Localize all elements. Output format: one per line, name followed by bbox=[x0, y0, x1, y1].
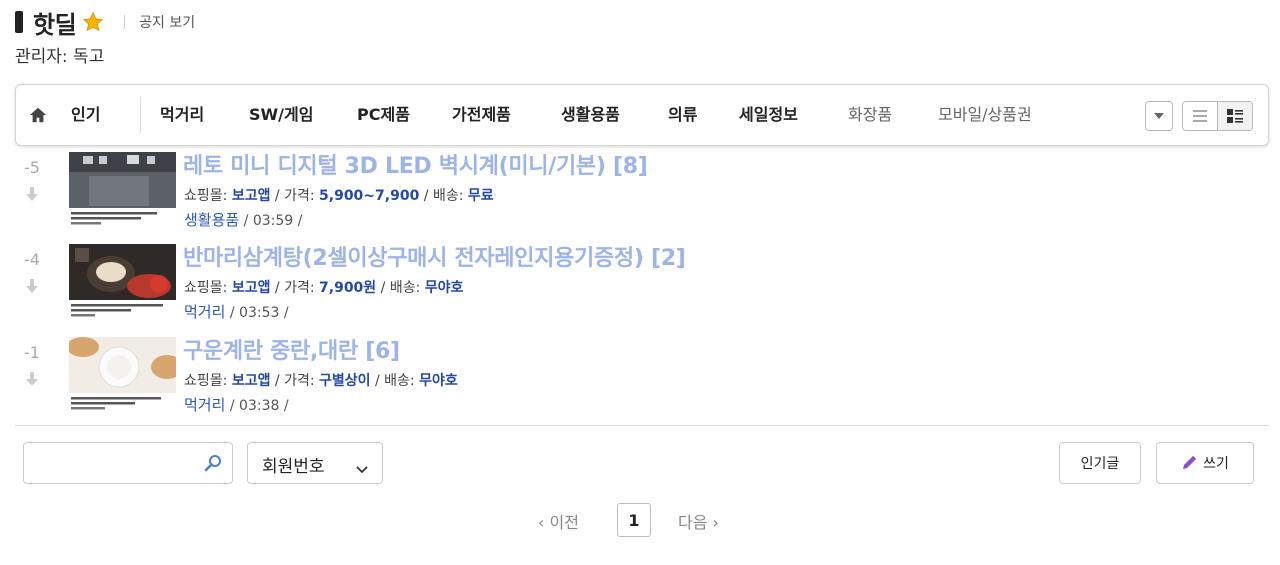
category-tab-mobile[interactable]: 모바일/상품권 bbox=[938, 85, 1032, 145]
shipping-label: 배송: bbox=[432, 188, 464, 204]
current-page[interactable]: 1 bbox=[617, 503, 651, 537]
post-thumbnail[interactable] bbox=[69, 152, 176, 232]
category-tab-sw-game[interactable]: SW/게임 bbox=[249, 85, 313, 145]
search-type-value: 회원번호 bbox=[262, 457, 325, 477]
board-title[interactable]: 핫딜 bbox=[33, 5, 77, 40]
price-label: 가격: bbox=[284, 188, 315, 204]
shipping-label: 배송: bbox=[384, 373, 415, 389]
post-item: -1 구운계란 중란,대란 [6] 쇼핑몰: 보고앱 / 가격: 구별상이 / … bbox=[0, 337, 1280, 427]
shop-name: 보고앱 bbox=[231, 188, 271, 204]
notice-link[interactable]: 공지 보기 bbox=[139, 12, 195, 32]
post-title[interactable]: 레토 미니 디지털 3D LED 벽시계(미니/기본) [8] bbox=[183, 148, 648, 180]
rank-change: -1 bbox=[24, 343, 40, 362]
rank-change: -4 bbox=[24, 250, 40, 269]
category-tab-appliance[interactable]: 가전제품 bbox=[452, 85, 511, 145]
meta-separator: / bbox=[229, 398, 240, 414]
prev-page-link[interactable]: ‹ 이전 bbox=[538, 509, 579, 533]
board-header: 핫딜 공지 보기 bbox=[15, 8, 195, 39]
shipping-value: 무야호 bbox=[424, 280, 464, 296]
meta-separator: / bbox=[283, 398, 289, 414]
search-input[interactable] bbox=[32, 451, 162, 475]
post-info: 먹거리 / 03:53 / bbox=[184, 301, 289, 322]
list-divider bbox=[15, 425, 1269, 426]
post-title[interactable]: 구운계란 중란,대란 [6] bbox=[183, 333, 400, 365]
category-tab-food[interactable]: 먹거리 bbox=[160, 85, 204, 145]
chevron-down-icon bbox=[356, 459, 368, 478]
post-time: 03:59 bbox=[252, 213, 294, 229]
popular-posts-button[interactable]: 인기글 bbox=[1059, 442, 1141, 484]
shop-name: 보고앱 bbox=[231, 373, 271, 389]
post-category-link[interactable]: 생활용품 bbox=[184, 211, 239, 229]
meta-separator: / bbox=[274, 280, 285, 296]
category-tab-popular[interactable]: 인기 bbox=[71, 85, 100, 145]
write-button-label: 쓰기 bbox=[1203, 456, 1229, 472]
shipping-value: 무료 bbox=[467, 188, 494, 204]
write-button[interactable]: 쓰기 bbox=[1156, 442, 1254, 484]
next-page-link[interactable]: 다음 › bbox=[678, 509, 719, 533]
arrow-down-icon bbox=[26, 278, 38, 297]
list-view-icon bbox=[1193, 110, 1207, 122]
post-time: 03:53 bbox=[239, 305, 280, 321]
category-tab-living[interactable]: 생활용품 bbox=[561, 85, 620, 145]
price-value: 5,900~7,900 bbox=[319, 188, 420, 204]
category-tab-cosmetics[interactable]: 화장품 bbox=[848, 85, 892, 145]
post-info: 생활용품 / 03:59 / bbox=[184, 209, 302, 230]
header-divider bbox=[124, 15, 126, 29]
meta-separator: / bbox=[283, 305, 289, 321]
post-item: -4 반마리삼계탕(2셀이상구매시 전자레인지용기증정) [2] 쇼핑몰: 보고… bbox=[0, 244, 1280, 334]
star-icon[interactable] bbox=[82, 11, 104, 33]
shop-name: 보고앱 bbox=[231, 280, 271, 296]
meta-separator: / bbox=[297, 213, 303, 229]
meta-separator: / bbox=[423, 188, 433, 204]
list-view-button[interactable] bbox=[1182, 101, 1218, 131]
post-category-link[interactable]: 먹거리 bbox=[184, 303, 225, 321]
meta-separator: / bbox=[274, 188, 285, 204]
post-time: 03:38 bbox=[239, 398, 280, 414]
meta-separator: / bbox=[380, 280, 390, 296]
pagination: ‹ 이전 1 다음 › bbox=[0, 502, 1280, 538]
meta-separator: / bbox=[229, 305, 240, 321]
thumbnail-view-icon bbox=[1227, 109, 1243, 123]
shipping-label: 배송: bbox=[389, 280, 421, 296]
arrow-down-icon bbox=[26, 371, 38, 390]
post-meta: 쇼핑몰: 보고앱 / 가격: 5,900~7,900 / 배송: 무료 bbox=[184, 185, 494, 205]
category-tab-sale[interactable]: 세일정보 bbox=[739, 85, 798, 145]
shop-label: 쇼핑몰: bbox=[184, 280, 228, 296]
meta-separator: / bbox=[243, 213, 253, 229]
shipping-value: 무야호 bbox=[419, 373, 458, 389]
post-thumbnail[interactable] bbox=[69, 337, 176, 417]
post-thumbnail[interactable] bbox=[69, 244, 176, 324]
caret-down-icon bbox=[1154, 113, 1164, 119]
thumbnail-view-button[interactable] bbox=[1217, 101, 1253, 131]
meta-separator: / bbox=[375, 373, 385, 389]
board-mark bbox=[15, 11, 23, 33]
category-divider bbox=[140, 97, 141, 133]
pencil-icon bbox=[1181, 455, 1197, 471]
post-category-link[interactable]: 먹거리 bbox=[184, 396, 225, 414]
view-dropdown-button[interactable] bbox=[1145, 101, 1173, 131]
post-meta: 쇼핑몰: 보고앱 / 가격: 구별상이 / 배송: 무야호 bbox=[184, 370, 458, 390]
search-type-select[interactable]: 회원번호 bbox=[247, 442, 383, 484]
rank-change: -5 bbox=[24, 158, 40, 177]
admin-label: 관리자: 독고 bbox=[15, 47, 105, 67]
shop-label: 쇼핑몰: bbox=[184, 188, 228, 204]
post-item: -5 레토 미니 디지털 3D LED 벽시계(미니/기본) [8] 쇼핑몰: … bbox=[0, 152, 1280, 242]
price-label: 가격: bbox=[284, 373, 315, 389]
post-meta: 쇼핑몰: 보고앱 / 가격: 7,900원 / 배송: 무야호 bbox=[184, 277, 463, 297]
price-value: 7,900원 bbox=[319, 280, 377, 296]
meta-separator: / bbox=[274, 373, 285, 389]
arrow-down-icon bbox=[26, 186, 38, 205]
category-tab-pc[interactable]: PC제품 bbox=[357, 85, 410, 145]
home-icon[interactable] bbox=[28, 105, 48, 125]
search-box bbox=[23, 442, 233, 484]
category-tab-clothing[interactable]: 의류 bbox=[668, 85, 697, 145]
price-value: 구별상이 bbox=[319, 373, 371, 389]
post-info: 먹거리 / 03:38 / bbox=[184, 394, 289, 415]
category-bar: 인기 먹거리 SW/게임 PC제품 가전제품 생활용품 의류 세일정보 화장품 … bbox=[15, 84, 1269, 146]
search-icon[interactable] bbox=[204, 454, 222, 476]
price-label: 가격: bbox=[284, 280, 315, 296]
shop-label: 쇼핑몰: bbox=[184, 373, 228, 389]
post-title[interactable]: 반마리삼계탕(2셀이상구매시 전자레인지용기증정) [2] bbox=[183, 240, 686, 272]
